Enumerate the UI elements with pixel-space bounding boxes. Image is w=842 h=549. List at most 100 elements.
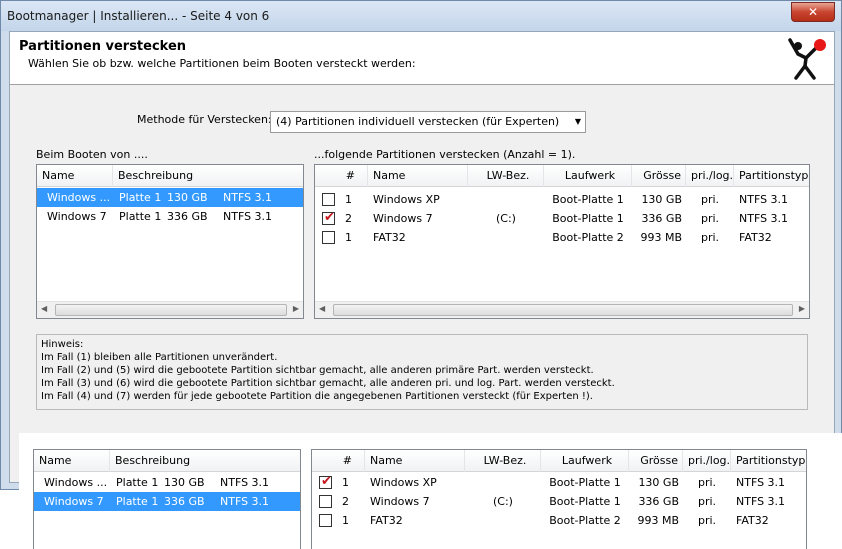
scroll-left-icon[interactable]: ◀ [319, 304, 325, 313]
hidden-partitions-list[interactable]: # Name LW-Bez. Laufwerk Grösse pri./log.… [314, 164, 810, 319]
row-drive-letter: (C:) [496, 212, 516, 225]
hide-checkbox[interactable] [322, 193, 335, 206]
row-drive: Boot-Platte 2 [552, 231, 624, 244]
row-number: 1 [345, 193, 352, 206]
boot-partition-list[interactable]: Name Beschreibung Windows ... Platte 1 1… [36, 164, 304, 319]
column-header-number[interactable]: # [312, 450, 365, 472]
partition-size: 336 GB [167, 210, 208, 223]
checkmark-icon: ✔ [321, 474, 332, 489]
scroll-left-icon[interactable]: ◀ [41, 304, 47, 313]
partition-size: 130 GB [167, 191, 208, 204]
row-pri-log: pri. [700, 231, 720, 244]
hide-checkbox[interactable] [319, 514, 332, 527]
row-partition-type: FAT32 [736, 514, 769, 527]
row-drive: Boot-Platte 1 [549, 495, 621, 508]
column-header-description[interactable]: Beschreibung [110, 450, 300, 472]
row-size: 130 GB [638, 476, 679, 489]
table-row[interactable]: 2 Windows 7 (C:) Boot-Platte 1 336 GB pr… [312, 492, 806, 511]
scroll-thumb[interactable] [333, 304, 793, 316]
row-partition-type: FAT32 [739, 231, 772, 244]
chevron-down-icon[interactable]: ▼ [575, 112, 581, 132]
partition-fs: NTFS 3.1 [220, 495, 270, 508]
table-row[interactable]: 1 FAT32 Boot-Platte 2 993 MB pri. FAT32 [315, 228, 809, 247]
column-header-partition-type[interactable]: Partitionstyp [731, 450, 806, 472]
table-row[interactable]: ✔ 1 Windows XP Boot-Platte 1 130 GB pri.… [312, 473, 806, 492]
list-item[interactable]: Windows 7 Platte 1 336 GB NTFS 3.1 [37, 207, 303, 226]
partition-name: Windows 7 [47, 210, 107, 223]
partition-fs: NTFS 3.1 [223, 191, 273, 204]
bootmanager-window: Bootmanager | Installieren... - Seite 4 … [0, 0, 842, 490]
horizontal-scrollbar[interactable]: ◀ ▶ [37, 301, 303, 318]
column-header-name[interactable]: Name [37, 165, 113, 187]
row-drive: Boot-Platte 2 [549, 514, 621, 527]
list-header: Name Beschreibung [34, 450, 300, 472]
column-header-name[interactable]: Name [34, 450, 110, 472]
partition-disk: Platte 1 [116, 476, 159, 489]
close-button[interactable]: ✕ [791, 2, 835, 22]
row-drive-letter [465, 511, 541, 530]
row-name: FAT32 [373, 231, 406, 244]
row-size: 130 GB [641, 193, 682, 206]
column-header-number[interactable]: # [315, 165, 368, 187]
hide-checkbox[interactable]: ✔ [319, 474, 332, 489]
row-number: 2 [345, 212, 352, 225]
row-number: 1 [342, 476, 349, 489]
column-header-name[interactable]: Name [368, 165, 468, 187]
table-row[interactable]: 1 Windows XP Boot-Platte 1 130 GB pri. N… [315, 190, 809, 209]
partition-name: Windows ... [47, 191, 111, 204]
hide-partitions-caption: ...folgende Partitionen verstecken (Anza… [314, 148, 576, 161]
column-header-pri-log[interactable]: pri./log. [683, 450, 731, 472]
hint-box: Hinweis: Im Fall (1) bleiben alle Partit… [36, 334, 808, 410]
list-item[interactable]: Windows ... Platte 1 130 GB NTFS 3.1 [37, 188, 303, 207]
row-number: 1 [342, 514, 349, 527]
partition-name: Windows ... [44, 476, 108, 489]
horizontal-scrollbar[interactable]: ◀ ▶ [315, 301, 809, 318]
scroll-right-icon[interactable]: ▶ [799, 304, 805, 313]
column-header-drive-letter[interactable]: LW-Bez. [465, 450, 541, 472]
title-bar[interactable]: Bootmanager | Installieren... - Seite 4 … [1, 1, 841, 31]
column-header-drive-letter[interactable]: LW-Bez. [468, 165, 544, 187]
boot-partition-list[interactable]: Name Beschreibung Windows ... Platte 1 1… [33, 449, 301, 549]
row-drive: Boot-Platte 1 [552, 212, 624, 225]
row-number: 1 [345, 231, 352, 244]
column-header-name[interactable]: Name [365, 450, 465, 472]
hidden-partitions-list[interactable]: # Name LW-Bez. Laufwerk Grösse pri./log.… [311, 449, 807, 549]
page-subtitle: Wählen Sie ob bzw. welche Partitionen be… [28, 57, 416, 70]
column-header-partition-type[interactable]: Partitionstyp [734, 165, 809, 187]
column-header-pri-log[interactable]: pri./log. [686, 165, 734, 187]
row-partition-type: NTFS 3.1 [736, 495, 786, 508]
column-header-drive[interactable]: Laufwerk [541, 450, 629, 472]
hint-line: Im Fall (1) bleiben alle Partitionen unv… [41, 352, 278, 363]
wizard-page: Partitionen verstecken Wählen Sie ob bzw… [9, 31, 835, 483]
row-name: Windows XP [370, 476, 437, 489]
table-row[interactable]: ✔ 2 Windows 7 (C:) Boot-Platte 1 336 GB … [315, 209, 809, 228]
list-header: # Name LW-Bez. Laufwerk Grösse pri./log.… [312, 450, 806, 472]
row-drive: Boot-Platte 1 [549, 476, 621, 489]
list-item[interactable]: Windows 7 Platte 1 336 GB NTFS 3.1 [34, 492, 300, 511]
row-partition-type: NTFS 3.1 [739, 212, 789, 225]
column-header-size[interactable]: Grösse [632, 165, 686, 187]
partition-fs: NTFS 3.1 [220, 476, 270, 489]
column-header-size[interactable]: Grösse [629, 450, 683, 472]
hide-checkbox[interactable] [319, 495, 332, 508]
row-size: 993 MB [640, 231, 682, 244]
row-name: Windows XP [373, 193, 440, 206]
hide-checkbox[interactable]: ✔ [322, 210, 335, 225]
row-partition-type: NTFS 3.1 [736, 476, 786, 489]
row-pri-log: pri. [697, 476, 717, 489]
method-dropdown[interactable]: (4) Partitionen individuell verstecken (… [270, 111, 586, 133]
hint-line: Im Fall (3) und (6) wird die gebootete P… [41, 378, 615, 389]
table-row[interactable]: 1 FAT32 Boot-Platte 2 993 MB pri. FAT32 [312, 511, 806, 530]
hide-checkbox[interactable] [322, 231, 335, 244]
scroll-right-icon[interactable]: ▶ [293, 304, 299, 313]
jumping-figure-logo-icon [788, 38, 826, 80]
column-header-drive[interactable]: Laufwerk [544, 165, 632, 187]
column-header-description[interactable]: Beschreibung [113, 165, 303, 187]
scroll-thumb[interactable] [55, 304, 287, 316]
row-name: Windows 7 [373, 212, 433, 225]
row-drive: Boot-Platte 1 [552, 193, 624, 206]
list-header: Name Beschreibung [37, 165, 303, 187]
list-item[interactable]: Windows ... Platte 1 130 GB NTFS 3.1 [34, 473, 300, 492]
list-header: # Name LW-Bez. Laufwerk Grösse pri./log.… [315, 165, 809, 187]
row-pri-log: pri. [697, 495, 717, 508]
